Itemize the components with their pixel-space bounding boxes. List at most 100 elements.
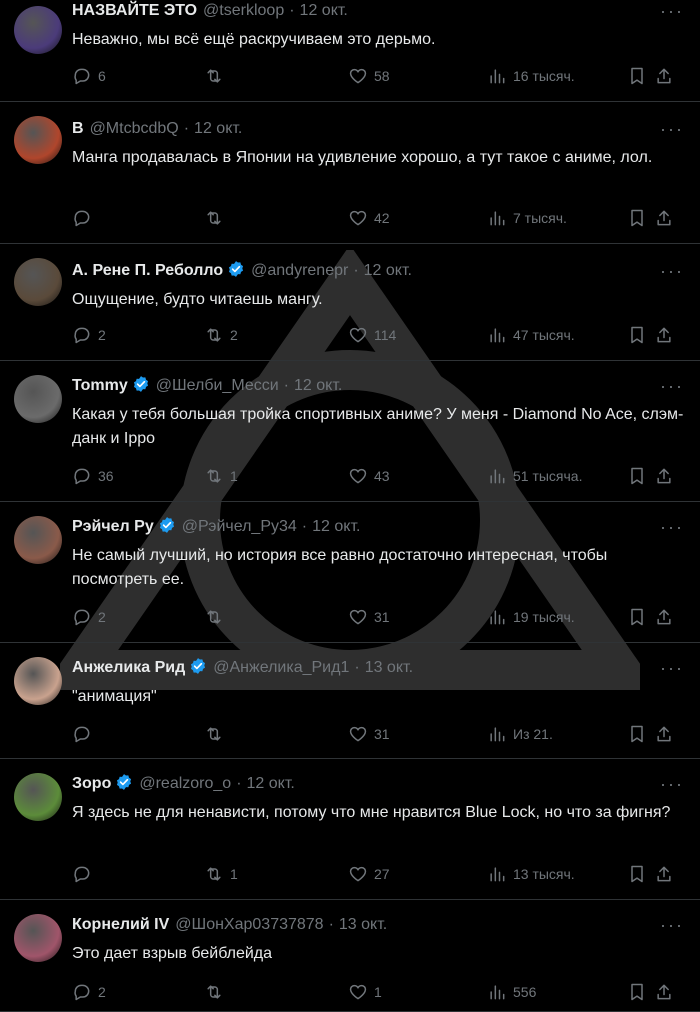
tweet[interactable]: Tommy @Шелби_Месси · 12 окт. Какая у тебя б…	[0, 361, 700, 502]
share-button[interactable]	[654, 464, 674, 488]
like-button[interactable]: 58	[348, 64, 390, 88]
author-handle[interactable]: @MtcbcdbQ	[90, 120, 179, 137]
tweet[interactable]: Корнелий IV @ШонХар03737878 · 13 окт. Это д…	[0, 900, 700, 1012]
reply-button[interactable]	[72, 722, 98, 746]
bookmark-button[interactable]	[627, 464, 647, 488]
views-button[interactable]: 7 тысяч.	[487, 206, 567, 230]
tweet-date[interactable]: 12 окт.	[312, 518, 360, 535]
more-icon[interactable]: ···	[660, 120, 684, 138]
retweet-button[interactable]: 2	[204, 323, 238, 347]
author-name[interactable]: Корнелий IV	[72, 916, 169, 933]
author-name[interactable]: Зоро	[72, 775, 111, 792]
avatar[interactable]	[14, 773, 62, 821]
tweet[interactable]: НАЗВАЙТЕ ЭТО @tserkloop · 12 окт. Неважно, …	[0, 0, 700, 102]
reply-button[interactable]	[72, 862, 98, 886]
more-icon[interactable]: ···	[660, 916, 684, 934]
views-button[interactable]: 47 тысяч.	[487, 323, 575, 347]
bookmark-button[interactable]	[627, 323, 647, 347]
tweet-date[interactable]: 12 окт.	[194, 120, 242, 137]
more-icon[interactable]: ···	[660, 775, 684, 793]
tweet[interactable]: Зоро @realzoro_o · 12 окт. Я здесь не для н…	[0, 759, 700, 900]
share-button[interactable]	[654, 64, 674, 88]
bookmark-button[interactable]	[627, 605, 647, 629]
tweet[interactable]: Рэйчел Ру @Рэйчел_Ру34 · 12 окт. Не самый л…	[0, 502, 700, 643]
share-button[interactable]	[654, 722, 674, 746]
author-handle[interactable]: @realzoro_o	[139, 775, 231, 792]
like-button[interactable]: 43	[348, 464, 390, 488]
retweet-button[interactable]: 1	[204, 464, 238, 488]
author-name[interactable]: Анжелика Рид	[72, 659, 185, 676]
share-button[interactable]	[654, 862, 674, 886]
bookmark-button[interactable]	[627, 206, 647, 230]
tweet-date[interactable]: 13 окт.	[365, 659, 413, 676]
views-button[interactable]: 16 тысяч.	[487, 64, 575, 88]
avatar[interactable]	[14, 258, 62, 306]
retweet-button[interactable]	[204, 605, 230, 629]
more-icon[interactable]: ···	[660, 262, 684, 280]
views-button[interactable]: 19 тысяч.	[487, 605, 575, 629]
share-button[interactable]	[654, 206, 674, 230]
author-handle[interactable]: @Шелби_Месси	[156, 377, 279, 394]
like-button[interactable]: 42	[348, 206, 390, 230]
tweet-date[interactable]: 12 окт.	[364, 262, 412, 279]
views-button[interactable]: 556	[487, 980, 536, 1004]
share-button[interactable]	[654, 323, 674, 347]
like-button[interactable]: 1	[348, 980, 382, 1004]
author-name[interactable]: А. Рене П. Реболло	[72, 262, 223, 279]
bookmark-button[interactable]	[627, 722, 647, 746]
bookmark-button[interactable]	[627, 862, 647, 886]
retweet-button[interactable]	[204, 206, 230, 230]
views-icon	[490, 985, 505, 1000]
tweet-date[interactable]: 12 окт.	[300, 2, 348, 19]
avatar[interactable]	[14, 116, 62, 164]
author-name[interactable]: B	[72, 120, 84, 137]
more-icon[interactable]: ···	[660, 2, 684, 20]
retweet-button[interactable]	[204, 64, 230, 88]
views-icon	[490, 867, 505, 882]
more-icon[interactable]: ···	[660, 659, 684, 677]
author-name[interactable]: Рэйчел Ру	[72, 518, 154, 535]
author-name[interactable]: НАЗВАЙТЕ ЭТО	[72, 2, 197, 19]
tweet[interactable]: B @MtcbcdbQ · 12 окт. Манга продавалась в Я…	[0, 102, 700, 244]
reply-button[interactable]: 2	[72, 323, 106, 347]
retweet-button[interactable]	[204, 722, 230, 746]
verified-badge-icon	[229, 261, 244, 277]
avatar[interactable]	[14, 375, 62, 423]
tweet[interactable]: Анжелика Рид @Анжелика_Рид1 · 13 окт. "аним…	[0, 643, 700, 759]
retweet-button[interactable]	[204, 980, 230, 1004]
reply-button[interactable]: 2	[72, 980, 106, 1004]
author-handle[interactable]: @tserkloop	[203, 2, 284, 19]
author-name[interactable]: Tommy	[72, 377, 128, 394]
avatar[interactable]	[14, 6, 62, 54]
reply-button[interactable]	[72, 206, 98, 230]
share-button[interactable]	[654, 980, 674, 1004]
views-button[interactable]: Из 21.	[487, 722, 553, 746]
retweet-button[interactable]: 1	[204, 862, 238, 886]
tweet[interactable]: А. Рене П. Реболло @andyrenepr · 12 окт. Ощ…	[0, 244, 700, 361]
like-button[interactable]: 27	[348, 862, 390, 886]
tweet-date[interactable]: 12 окт.	[247, 775, 295, 792]
like-button[interactable]: 114	[348, 323, 396, 347]
author-handle[interactable]: @ШонХар03737878	[175, 916, 323, 933]
separator-dot: ·	[183, 120, 190, 137]
bookmark-button[interactable]	[627, 64, 647, 88]
like-button[interactable]: 31	[348, 605, 390, 629]
bookmark-button[interactable]	[627, 980, 647, 1004]
avatar[interactable]	[14, 516, 62, 564]
author-handle[interactable]: @Анжелика_Рид1	[213, 659, 349, 676]
avatar[interactable]	[14, 657, 62, 705]
views-button[interactable]: 51 тысяча.	[487, 464, 583, 488]
reply-button[interactable]: 36	[72, 464, 114, 488]
reply-button[interactable]: 6	[72, 64, 106, 88]
reply-button[interactable]: 2	[72, 605, 106, 629]
tweet-date[interactable]: 13 окт.	[339, 916, 387, 933]
more-icon[interactable]: ···	[660, 518, 684, 536]
like-button[interactable]: 31	[348, 722, 390, 746]
share-button[interactable]	[654, 605, 674, 629]
author-handle[interactable]: @andyrenepr	[251, 262, 348, 279]
more-icon[interactable]: ···	[660, 377, 684, 395]
author-handle[interactable]: @Рэйчел_Ру34	[182, 518, 297, 535]
avatar[interactable]	[14, 914, 62, 962]
tweet-date[interactable]: 12 окт.	[294, 377, 342, 394]
views-button[interactable]: 13 тысяч.	[487, 862, 575, 886]
